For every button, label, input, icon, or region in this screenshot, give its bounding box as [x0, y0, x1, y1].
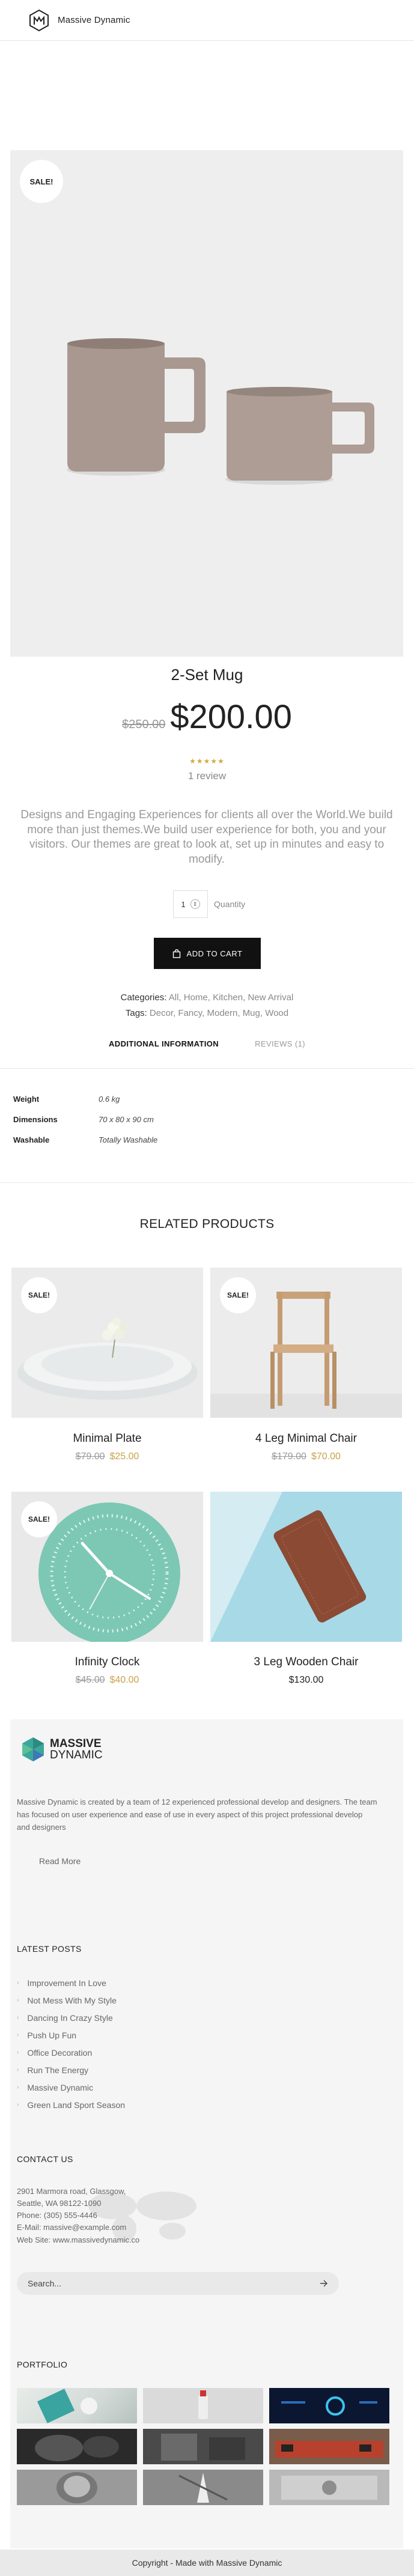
mugs-illustration: [67, 338, 374, 485]
read-more-link[interactable]: Read More: [39, 1856, 81, 1866]
product-card-image[interactable]: [210, 1492, 402, 1642]
product-card-name[interactable]: Infinity Clock: [11, 1656, 203, 1669]
product-card-price: $79.00 $25.00: [75, 1451, 139, 1462]
portfolio-thumbnail[interactable]: [269, 2388, 389, 2423]
search-input[interactable]: [28, 2279, 304, 2288]
post-link[interactable]: › Not Mess With My Style: [17, 1991, 125, 2009]
spec-row: Weight 0.6 kg: [13, 1095, 120, 1104]
product-card-name[interactable]: 3 Leg Wooden Chair: [210, 1656, 402, 1669]
portfolio-thumbnail[interactable]: [17, 2470, 137, 2505]
portfolio-thumbnail[interactable]: [17, 2388, 137, 2423]
section-divider: [0, 1182, 414, 1183]
product-card-name[interactable]: 4 Leg Minimal Chair: [210, 1432, 402, 1445]
product-tags: Tags: Decor, Fancy, Modern, Mug, Wood: [125, 1008, 289, 1018]
product-card-price: $179.00 $70.00: [272, 1451, 341, 1462]
product-card-image[interactable]: SALE!: [11, 1268, 203, 1418]
product-card-name[interactable]: Minimal Plate: [11, 1432, 203, 1445]
quantity-stepper[interactable]: ⇕: [190, 899, 200, 909]
spec-row: Dimensions 70 x 80 x 90 cm: [13, 1115, 154, 1124]
product-card-price: $45.00 $40.00: [75, 1675, 139, 1685]
current-price: $200.00: [170, 697, 292, 735]
contact-title: CONTACT US: [17, 2154, 73, 2164]
logo-icon[interactable]: [26, 8, 52, 33]
portfolio-thumbnail[interactable]: [143, 2388, 263, 2423]
post-link[interactable]: › Office Decoration: [17, 2044, 125, 2061]
review-count[interactable]: 1 review: [0, 770, 414, 782]
post-link[interactable]: › Green Land Sport Season: [17, 2096, 125, 2113]
rating-stars: ★★★★★: [189, 757, 225, 765]
footer-logo[interactable]: MASSIVE DYNAMIC: [21, 1736, 103, 1763]
quantity-input[interactable]: 1 ⇕: [173, 890, 208, 918]
product-tabs: ADDITIONAL INFORMATION REVIEWS (1): [0, 1039, 414, 1057]
latest-posts-list: › Improvement In Love › Not Mess With My S…: [17, 1974, 125, 2113]
sale-badge: SALE!: [21, 1501, 57, 1537]
quantity-label: Quantity: [214, 899, 246, 909]
product-card-image[interactable]: SALE!: [210, 1268, 402, 1418]
site-header: Massive Dynamic: [0, 0, 414, 41]
footer-logo-top: MASSIVE: [50, 1737, 102, 1750]
latest-posts-title: LATEST POSTS: [17, 1944, 82, 1954]
product-card-image[interactable]: SALE!: [11, 1492, 203, 1644]
post-link[interactable]: › Dancing In Crazy Style: [17, 2009, 125, 2026]
portfolio-thumbnail[interactable]: [17, 2429, 137, 2464]
site-footer: MASSIVE DYNAMIC Massive Dynamic is creat…: [10, 1719, 403, 2548]
add-to-cart-label: ADD TO CART: [186, 949, 243, 958]
price: $250.00 $200.00: [0, 697, 414, 736]
tag-links[interactable]: Decor, Fancy, Modern, Mug, Wood: [150, 1008, 288, 1018]
tab-reviews[interactable]: REVIEWS (1): [255, 1039, 305, 1057]
product-description: Designs and Engaging Experiences for cli…: [20, 809, 393, 866]
spec-row: Washable Totally Washable: [13, 1135, 158, 1144]
category-links[interactable]: All, Home, Kitchen, New Arrival: [169, 992, 294, 1003]
sale-badge: SALE!: [220, 1277, 256, 1313]
tab-additional-information[interactable]: ADDITIONAL INFORMATION: [109, 1039, 219, 1057]
post-link[interactable]: › Improvement In Love: [17, 1974, 125, 1991]
post-link[interactable]: › Push Up Fun: [17, 2026, 125, 2044]
product-image[interactable]: SALE!: [10, 150, 403, 657]
quantity-row: 1 ⇕ Quantity: [173, 890, 245, 918]
portfolio-thumbnail[interactable]: [143, 2429, 263, 2464]
product-card-price: $130.00: [288, 1675, 324, 1685]
tab-divider: [0, 1068, 414, 1069]
portfolio-title: PORTFOLIO: [17, 2360, 68, 2369]
sale-badge: SALE!: [20, 160, 63, 203]
arrow-right-icon[interactable]: [320, 2280, 328, 2287]
related-products-title: RELATED PRODUCTS: [139, 1217, 275, 1231]
brand-name[interactable]: Massive Dynamic: [58, 15, 130, 25]
post-link[interactable]: › Run The Energy: [17, 2061, 125, 2079]
portfolio-thumbnail[interactable]: [269, 2429, 389, 2464]
footer-logo-bottom: DYNAMIC: [50, 1749, 103, 1761]
old-price: $250.00: [122, 718, 166, 731]
logo-icon: [22, 1737, 44, 1761]
contact-details: 2901 Marmora road, Glassgow, Seattle, WA…: [17, 2187, 140, 2244]
add-to-cart-button[interactable]: ADD TO CART: [154, 938, 261, 969]
product-categories: Categories: All, Home, Kitchen, New Arri…: [120, 992, 294, 1003]
wallet-illustration: [210, 1492, 402, 1642]
portfolio-thumbnail[interactable]: [269, 2470, 389, 2505]
footer-about: Massive Dynamic is created by a team of …: [17, 1797, 377, 1832]
sale-badge: SALE!: [21, 1277, 57, 1313]
footer-search: [17, 2272, 339, 2295]
bag-icon: [172, 949, 180, 958]
copyright: Copyright - Made with Massive Dynamic: [0, 2550, 414, 2576]
post-link[interactable]: › Massive Dynamic: [17, 2079, 125, 2096]
product-title: 2-Set Mug: [171, 666, 243, 684]
quantity-value: 1: [181, 899, 186, 909]
portfolio-thumbnail[interactable]: [143, 2470, 263, 2505]
